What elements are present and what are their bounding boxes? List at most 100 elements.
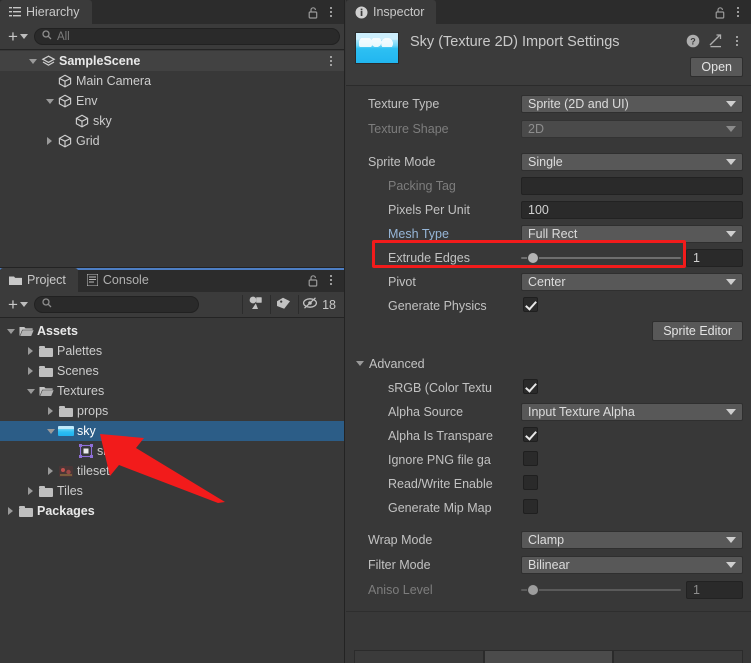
twisty[interactable] (44, 428, 57, 434)
alpha-source-value: Input Texture Alpha (528, 404, 635, 419)
project-item-tiles[interactable]: Tiles (0, 481, 344, 501)
read-write-enabled-checkbox[interactable] (523, 475, 538, 490)
project-item-textures[interactable]: Textures (0, 381, 344, 401)
hierarchy-panel: Hierarchy + All SampleScene Main Camera … (0, 0, 345, 267)
chevron-down-icon[interactable] (28, 58, 37, 64)
kebab-menu-icon[interactable] (325, 53, 337, 69)
chevron-right-icon[interactable] (48, 407, 53, 415)
srgb-checkbox[interactable] (523, 379, 538, 394)
texture-type-dropdown[interactable]: Sprite (2D and UI) (521, 94, 743, 113)
chevron-right-icon[interactable] (48, 467, 53, 475)
open-button[interactable]: Open (690, 57, 743, 77)
twisty[interactable] (24, 347, 37, 355)
chevron-down-icon[interactable] (45, 98, 54, 104)
wrap-mode-value: Clamp (528, 532, 565, 547)
hierarchy-item-samplescene[interactable]: SampleScene (0, 51, 344, 71)
hierarchy-tree[interactable]: SampleScene Main Camera Env sky Grid (0, 51, 344, 267)
project-item-assets[interactable]: Assets (0, 321, 344, 341)
platform-tabbar[interactable] (354, 650, 744, 663)
unity-editor-window: Hierarchy + All SampleScene Main Camera … (0, 0, 751, 663)
project-item-props[interactable]: props (0, 401, 344, 421)
pivot-value: Center (528, 274, 566, 289)
alpha-source-dropdown[interactable]: Input Texture Alpha (521, 402, 743, 421)
hierarchy-item-env[interactable]: Env (0, 91, 344, 111)
twisty[interactable] (24, 487, 37, 495)
filter-mode-dropdown[interactable]: Bilinear (521, 555, 743, 574)
sprite-icon (77, 444, 95, 458)
pixels-per-unit-input[interactable]: 100 (521, 200, 743, 219)
tab-console[interactable]: Console (78, 268, 161, 292)
hierarchy-create-button[interactable]: + (4, 27, 32, 47)
project-search-input[interactable] (33, 296, 199, 313)
lock-open-icon[interactable] (712, 4, 728, 20)
mesh-type-dropdown[interactable]: Full Rect (521, 224, 743, 243)
twisty[interactable] (4, 507, 17, 515)
wrap-mode-dropdown[interactable]: Clamp (521, 530, 743, 549)
row-sprite-editor: Sprite Editor (346, 321, 751, 343)
hierarchy-item-grid[interactable]: Grid (0, 131, 344, 151)
packing-tag-input[interactable] (521, 176, 743, 195)
sprite-editor-button[interactable]: Sprite Editor (652, 321, 743, 341)
project-item-palettes[interactable]: Palettes (0, 341, 344, 361)
pivot-dropdown[interactable]: Center (521, 272, 743, 291)
sprite-mode-dropdown[interactable]: Single (521, 152, 743, 171)
tab-project[interactable]: Project (0, 268, 78, 292)
lock-open-icon[interactable] (305, 4, 321, 20)
kebab-menu-icon[interactable] (325, 4, 337, 20)
filter-mode-value: Bilinear (528, 557, 570, 572)
alpha-is-transparency-checkbox[interactable] (523, 427, 538, 442)
generate-physics-checkbox[interactable] (523, 297, 538, 312)
hierarchy-search-input[interactable]: All (33, 28, 340, 45)
filter-by-type-button[interactable] (242, 295, 268, 314)
twisty[interactable] (43, 98, 56, 104)
ignore-png-gamma-checkbox[interactable] (523, 451, 538, 466)
row-advanced-foldout[interactable]: Advanced (346, 351, 751, 376)
item-label: Scenes (57, 364, 99, 378)
help-icon[interactable]: ? (685, 33, 701, 49)
platform-tab-default[interactable] (354, 650, 484, 663)
chevron-right-icon[interactable] (8, 507, 13, 515)
project-item-sky[interactable]: sky (0, 441, 344, 461)
project-item-tileset[interactable]: tileset (0, 461, 344, 481)
platform-tab-standalone[interactable] (483, 650, 614, 663)
twisty[interactable] (24, 367, 37, 375)
hierarchy-item-sky[interactable]: sky (0, 111, 344, 131)
project-create-button[interactable]: + (4, 295, 32, 315)
plus-icon: + (8, 294, 18, 314)
kebab-menu-icon[interactable] (325, 272, 337, 288)
lock-open-icon[interactable] (305, 272, 321, 288)
inspector-panel: Inspector Sky (Texture 2D) Import Settin… (346, 0, 751, 663)
chevron-right-icon[interactable] (28, 487, 33, 495)
twisty[interactable] (44, 467, 57, 475)
kebab-menu-icon[interactable] (731, 33, 743, 49)
hidden-packages-indicator[interactable]: 18 (298, 295, 340, 314)
item-label: Tiles (57, 484, 83, 498)
filter-by-label-button[interactable] (270, 295, 296, 314)
extrude-edges-input[interactable]: 1 (686, 248, 743, 267)
chevron-down-icon[interactable] (6, 328, 15, 334)
twisty[interactable] (24, 388, 37, 394)
twisty[interactable] (43, 137, 56, 145)
tab-hierarchy[interactable]: Hierarchy (0, 0, 92, 24)
extrude-edges-slider[interactable] (521, 249, 681, 267)
generate-mip-maps-checkbox[interactable] (523, 499, 538, 514)
project-item-scenes[interactable]: Scenes (0, 361, 344, 381)
chevron-right-icon[interactable] (47, 137, 52, 145)
project-item-packages[interactable]: Packages (0, 501, 344, 521)
tab-inspector[interactable]: Inspector (346, 0, 437, 24)
chevron-down-icon[interactable] (46, 428, 55, 434)
chevron-right-icon[interactable] (28, 347, 33, 355)
hidden-packages-icon (302, 296, 320, 313)
twisty[interactable] (4, 328, 17, 334)
kebab-menu-icon[interactable] (732, 4, 744, 20)
project-item-sky[interactable]: sky (0, 421, 344, 441)
platform-tab-other[interactable] (613, 650, 744, 663)
twisty[interactable] (26, 58, 39, 64)
chevron-down-icon[interactable] (26, 388, 35, 394)
slider-knob[interactable] (526, 251, 539, 264)
project-tree[interactable]: Assets Palettes Scenes Textures props sky sky t… (0, 321, 344, 663)
preset-icon[interactable] (708, 33, 724, 49)
twisty[interactable] (44, 407, 57, 415)
chevron-right-icon[interactable] (28, 367, 33, 375)
hierarchy-item-main-camera[interactable]: Main Camera (0, 71, 344, 91)
